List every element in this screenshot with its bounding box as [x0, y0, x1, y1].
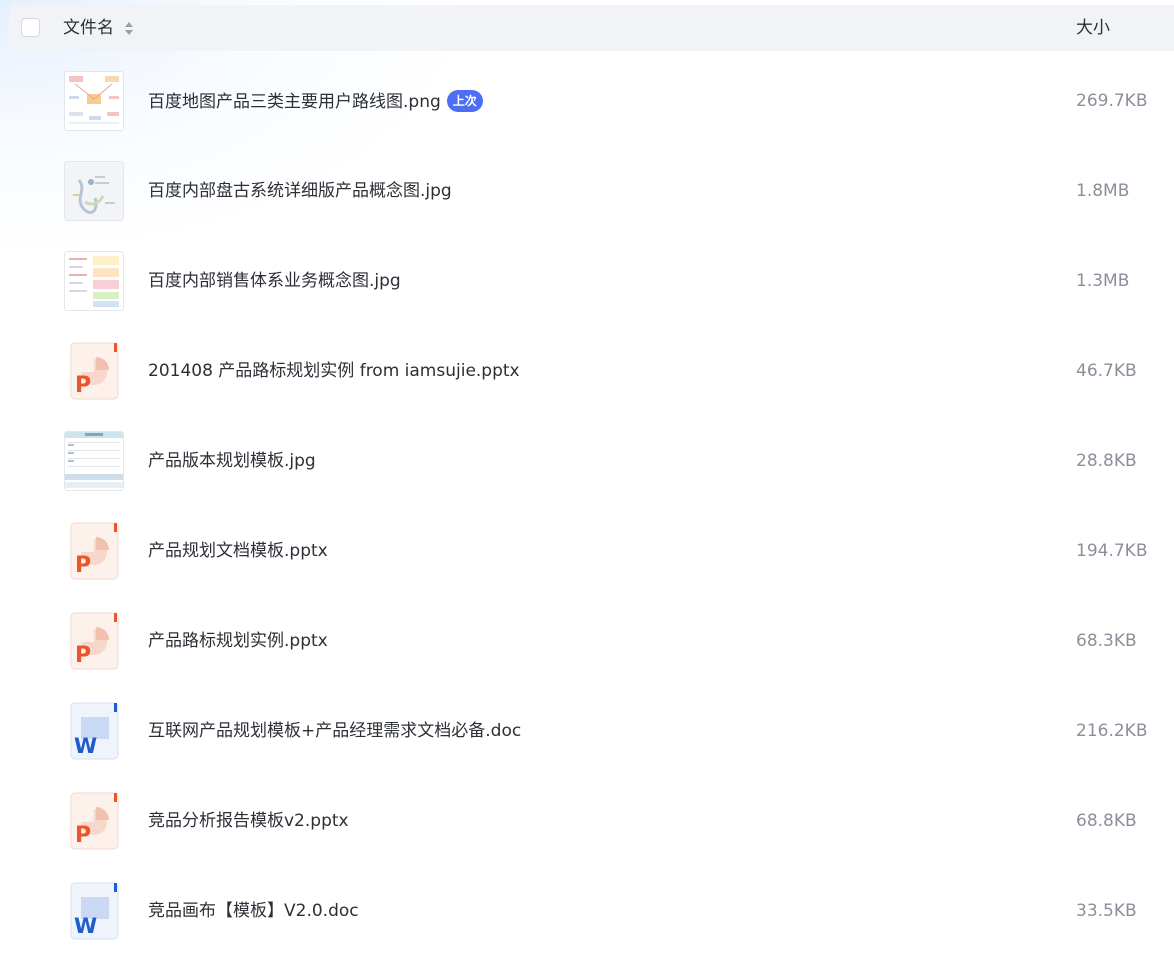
- file-list-header: 文件名 大小: [9, 5, 1174, 51]
- file-size: 28.8KB: [1076, 451, 1137, 471]
- file-row[interactable]: 百度地图产品三类主要用户路线图.png 上次 269.7KB: [9, 58, 1174, 148]
- select-all-checkbox[interactable]: [21, 18, 40, 37]
- file-size: 194.7KB: [1076, 541, 1148, 561]
- file-row[interactable]: P 201408 产品路标规划实例 from iamsujie.pptx 46.…: [9, 328, 1174, 418]
- file-name[interactable]: 互联网产品规划模板+产品经理需求文档必备.doc: [148, 720, 521, 742]
- file-row[interactable]: P 产品规划文档模板.pptx 194.7KB: [9, 508, 1174, 598]
- image-thumbnail: [64, 161, 124, 221]
- file-size: 68.8KB: [1076, 811, 1137, 831]
- file-name[interactable]: 竞品画布【模板】V2.0.doc: [148, 900, 359, 922]
- word-icon: W: [64, 701, 124, 761]
- file-size: 33.5KB: [1076, 901, 1137, 921]
- file-row[interactable]: 百度内部盘古系统详细版产品概念图.jpg 1.8MB: [9, 148, 1174, 238]
- file-size: 1.3MB: [1076, 271, 1130, 291]
- ppt-icon: P: [64, 341, 124, 401]
- column-header-size[interactable]: 大小: [1076, 18, 1110, 38]
- svg-text:P: P: [75, 553, 91, 578]
- file-size: 269.7KB: [1076, 91, 1148, 111]
- sort-icon[interactable]: [124, 20, 134, 38]
- file-name[interactable]: 产品版本规划模板.jpg: [148, 450, 316, 472]
- file-size: 68.3KB: [1076, 631, 1137, 651]
- file-name[interactable]: 百度内部销售体系业务概念图.jpg: [148, 270, 401, 292]
- file-row[interactable]: P 产品路标规划实例.pptx 68.3KB: [9, 598, 1174, 688]
- file-name[interactable]: 201408 产品路标规划实例 from iamsujie.pptx: [148, 360, 520, 382]
- svg-text:P: P: [75, 823, 91, 848]
- image-thumbnail: [64, 251, 124, 311]
- file-name[interactable]: 百度内部盘古系统详细版产品概念图.jpg: [148, 180, 452, 202]
- column-header-filename[interactable]: 文件名: [63, 18, 114, 38]
- file-name[interactable]: 竞品分析报告模板v2.pptx: [148, 810, 349, 832]
- file-row[interactable]: W 竞品画布【模板】V2.0.doc 33.5KB: [9, 868, 1174, 958]
- file-row[interactable]: P 竞品分析报告模板v2.pptx 68.8KB: [9, 778, 1174, 868]
- image-thumbnail: [64, 71, 124, 131]
- svg-text:P: P: [75, 373, 91, 398]
- file-size: 1.8MB: [1076, 181, 1130, 201]
- file-row[interactable]: W 互联网产品规划模板+产品经理需求文档必备.doc 216.2KB: [9, 688, 1174, 778]
- svg-text:P: P: [75, 643, 91, 668]
- svg-text:W: W: [74, 914, 97, 938]
- file-row[interactable]: 产品版本规划模板.jpg 28.8KB: [9, 418, 1174, 508]
- file-name[interactable]: 产品规划文档模板.pptx: [148, 540, 328, 562]
- file-name[interactable]: 百度地图产品三类主要用户路线图.png 上次: [148, 90, 483, 113]
- file-size: 46.7KB: [1076, 361, 1137, 381]
- svg-text:W: W: [74, 734, 97, 758]
- image-thumbnail: [64, 431, 124, 491]
- file-name[interactable]: 产品路标规划实例.pptx: [148, 630, 328, 652]
- word-icon: W: [64, 881, 124, 941]
- ppt-icon: P: [64, 611, 124, 671]
- file-size: 216.2KB: [1076, 721, 1148, 741]
- file-row[interactable]: 百度内部销售体系业务概念图.jpg 1.3MB: [9, 238, 1174, 328]
- last-opened-badge: 上次: [446, 90, 483, 112]
- ppt-icon: P: [64, 791, 124, 851]
- ppt-icon: P: [64, 521, 124, 581]
